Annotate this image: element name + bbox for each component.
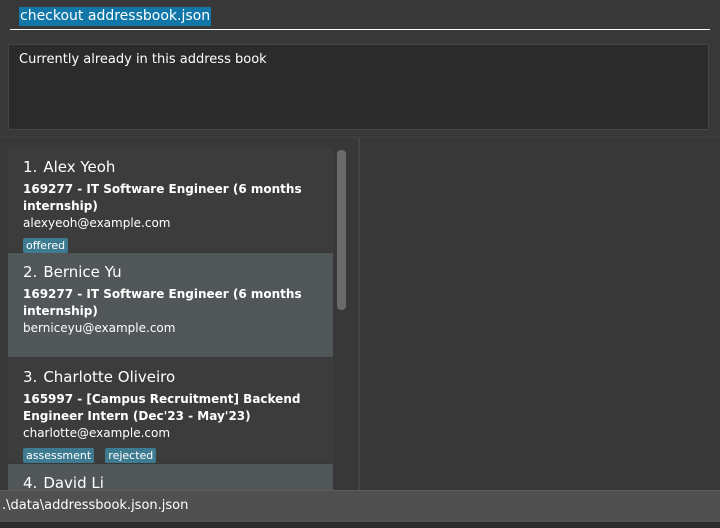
tag-assessment: assessment — [23, 448, 95, 463]
save-location: .\data\addressbook.json.json — [2, 498, 189, 513]
person-name: 4. David Li — [23, 474, 104, 490]
command-input[interactable]: checkout addressbook.json — [10, 4, 710, 30]
person-tags: offered — [23, 234, 318, 253]
person-name: 2. Bernice Yu — [23, 263, 122, 281]
person-tags: assessment rejected — [23, 444, 318, 463]
person-email: berniceyu@example.com — [23, 321, 176, 335]
person-card-3[interactable]: 3. Charlotte Oliveiro 165997 - [Campus Re… — [8, 358, 333, 463]
person-job: 165997 - [Campus Recruitment] Backend Eng… — [23, 392, 301, 423]
person-card-2[interactable]: 2. Bernice Yu 169277 - IT Software Engine… — [8, 253, 333, 357]
person-job: 169277 - IT Software Engineer (6 months i… — [23, 287, 302, 318]
result-message: Currently already in this address book — [19, 52, 267, 67]
result-display[interactable]: Currently already in this address book — [8, 44, 709, 130]
list-scrollbar[interactable] — [337, 150, 346, 310]
person-email: charlotte@example.com — [23, 426, 171, 440]
bottom-strip — [0, 522, 720, 528]
person-email: alexyeoh@example.com — [23, 216, 171, 230]
command-input-text[interactable]: checkout addressbook.json — [19, 7, 212, 26]
person-job: 169277 - IT Software Engineer (6 months i… — [23, 182, 302, 213]
person-name: 1. Alex Yeoh — [23, 158, 116, 176]
tag-offered: offered — [23, 238, 69, 253]
person-card-1[interactable]: 1. Alex Yeoh 169277 - IT Software Enginee… — [8, 148, 333, 253]
person-name: 3. Charlotte Oliveiro — [23, 368, 176, 386]
person-list-panel[interactable]: 1. Alex Yeoh 169277 - IT Software Enginee… — [0, 138, 358, 490]
status-bar: .\data\addressbook.json.json — [0, 490, 720, 522]
command-box: checkout addressbook.json — [0, 0, 720, 38]
detail-panel — [360, 138, 720, 490]
person-card-4[interactable]: 4. David Li — [8, 464, 333, 490]
result-display-panel: Currently already in this address book — [0, 38, 720, 136]
tag-rejected: rejected — [105, 448, 157, 463]
